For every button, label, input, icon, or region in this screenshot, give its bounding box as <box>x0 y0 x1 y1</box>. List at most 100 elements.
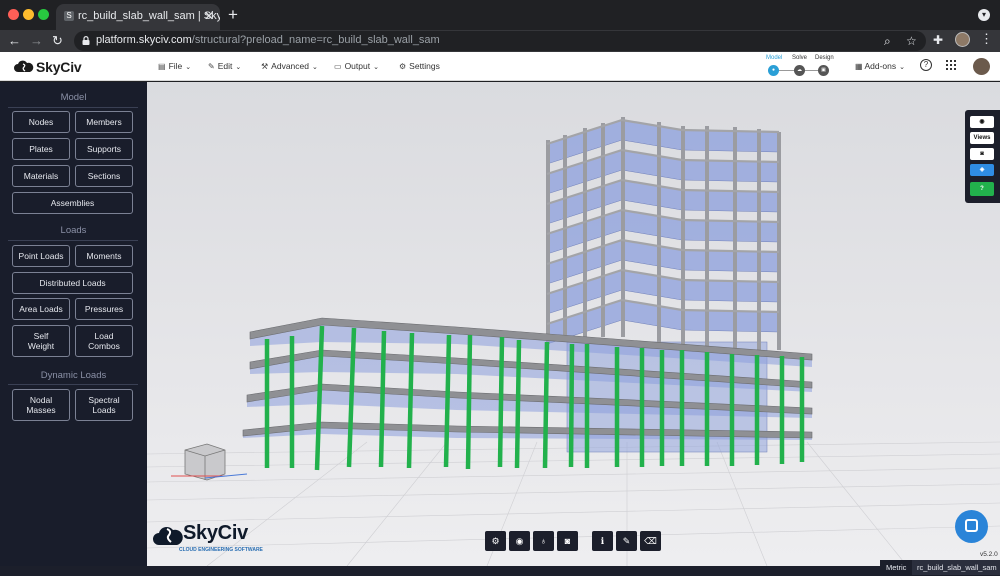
loads-section-heading: Loads <box>60 225 87 236</box>
members-button[interactable]: Members <box>75 111 133 133</box>
visibility-eye-icon[interactable]: ◉ <box>509 531 530 551</box>
nodes-button[interactable]: Nodes <box>12 111 70 133</box>
apps-grid-icon[interactable] <box>946 60 956 70</box>
view-toolbar-right: ℹ ✎ ⌫ <box>592 531 661 551</box>
logo-text: SkyCiv <box>36 59 82 75</box>
stage-solve-label: Solve <box>792 55 808 61</box>
stage-design-label: Design <box>815 55 834 61</box>
render-mode-icon[interactable]: ⚙ <box>485 531 506 551</box>
load-combos-label-line1: Load <box>94 331 114 341</box>
left-sidebar: Model Nodes Members Plates Supports Mate… <box>0 82 147 566</box>
tab-title: rc_build_slab_wall_sam | SkyCiv <box>78 10 220 22</box>
zoom-search-icon[interactable]: ⌕ <box>884 34 891 49</box>
skyciv-logo[interactable]: SkyCiv <box>14 58 82 76</box>
reload-icon[interactable]: ↻ <box>52 33 63 49</box>
tab-search-icon[interactable]: ▾ <box>978 9 990 21</box>
app-header: SkyCiv ▤ File ⌄ ✎ Edit ⌄ ⚒ Advanced ⌄ ▭ Output ⌄… <box>0 52 1000 81</box>
wrench-icon: ⚒ <box>261 62 269 71</box>
stage-design-button[interactable]: ▣ <box>818 65 829 76</box>
pencil-icon[interactable]: ✎ <box>616 531 637 551</box>
distributed-loads-button[interactable]: Distributed Loads <box>12 272 133 294</box>
spectral-loads-button[interactable]: Spectral Loads <box>75 389 133 421</box>
3d-model-viewport[interactable]: SkyCiv CLOUD ENGINEERING SOFTWARE ⚙ ◉ ♁ … <box>147 82 1000 566</box>
load-combos-label-line2: Combos <box>88 341 120 351</box>
screenshot-camera-icon[interactable]: ◙ <box>970 148 994 160</box>
lock-icon <box>82 36 90 45</box>
lightbulb-icon[interactable]: ♁ <box>533 531 554 551</box>
camera-icon[interactable]: ◙ <box>557 531 578 551</box>
tab-close-icon[interactable]: ✕ <box>204 4 214 28</box>
self-weight-label-line2: Weight <box>27 341 55 351</box>
eraser-icon[interactable]: ⌫ <box>640 531 661 551</box>
addons-grid-icon: ▦ <box>855 62 863 71</box>
edit-menu-label: Edit <box>217 61 233 71</box>
window-minimize-button[interactable] <box>23 9 34 20</box>
gear-icon: ⚙ <box>399 62 407 71</box>
viewport-logo-tagline: CLOUD ENGINEERING SOFTWARE <box>179 547 263 553</box>
orientation-cube[interactable] <box>171 443 248 481</box>
bookmark-star-icon[interactable]: ☆ <box>906 34 917 48</box>
viewport-logo-text: SkyCiv <box>183 522 248 544</box>
browser-profile-avatar[interactable] <box>955 32 970 47</box>
stage-solve-button[interactable]: ☁ <box>794 65 805 76</box>
section-divider <box>8 107 138 108</box>
section-divider <box>8 240 138 241</box>
monitor-icon: ▭ <box>334 62 342 71</box>
addons-menu[interactable]: ▦ Add-ons ⌄ <box>855 61 905 71</box>
sections-button[interactable]: Sections <box>75 165 133 187</box>
file-menu[interactable]: ▤ File ⌄ <box>158 61 191 71</box>
nodal-masses-label-line1: Nodal <box>29 395 53 405</box>
chevron-down-icon: ⌄ <box>373 64 379 71</box>
extensions-puzzle-icon[interactable]: ✚ <box>933 33 943 47</box>
window-maximize-button[interactable] <box>38 9 49 20</box>
assemblies-button[interactable]: Assemblies <box>12 192 133 214</box>
plates-button[interactable]: Plates <box>12 138 70 160</box>
new-tab-button[interactable]: + <box>228 6 238 24</box>
window-close-button[interactable] <box>8 9 19 20</box>
forward-arrow-icon[interactable]: → <box>30 33 43 49</box>
pressures-button[interactable]: Pressures <box>75 298 133 320</box>
back-arrow-icon[interactable]: ← <box>8 33 21 49</box>
info-icon[interactable]: ℹ <box>592 531 613 551</box>
view-toolbar-left: ⚙ ◉ ♁ ◙ <box>485 531 578 551</box>
help-button[interactable]: ? <box>970 182 994 196</box>
moments-button[interactable]: Moments <box>75 245 133 267</box>
self-weight-button[interactable]: Self Weight <box>12 325 70 357</box>
user-avatar[interactable] <box>973 58 990 75</box>
addons-label: Add-ons <box>864 61 897 71</box>
supports-button[interactable]: Supports <box>75 138 133 160</box>
structure-3d-scene[interactable] <box>147 82 1000 566</box>
skyciv-cloud-icon <box>14 60 34 72</box>
chat-bubble-icon <box>965 519 978 532</box>
visibility-eye-icon[interactable]: ◉ <box>970 116 994 128</box>
nodal-masses-label-line2: Masses <box>26 405 56 415</box>
model-section-heading: Model <box>60 92 87 103</box>
section-divider <box>8 384 138 385</box>
chevron-down-icon: ⌄ <box>311 64 318 71</box>
settings-menu-label: Settings <box>409 61 440 71</box>
url-text: platform.skyciv.com/structural?preload_n… <box>96 34 440 46</box>
edit-menu[interactable]: ✎ Edit ⌄ <box>208 61 241 71</box>
support-chat-button[interactable] <box>955 510 988 543</box>
stage-model-button[interactable]: ● <box>768 65 779 76</box>
browser-tab[interactable]: S rc_build_slab_wall_sam | SkyCiv ✕ <box>56 4 220 30</box>
browser-menu-icon[interactable]: ⋮ <box>980 31 993 47</box>
address-bar[interactable]: platform.skyciv.com/structural?preload_n… <box>74 31 926 51</box>
filename-indicator[interactable]: rc_build_slab_wall_sam <box>912 560 1000 575</box>
file-menu-label: File <box>168 61 183 71</box>
area-loads-button[interactable]: Area Loads <box>12 298 70 320</box>
help-icon[interactable]: ? <box>920 59 932 71</box>
point-loads-button[interactable]: Point Loads <box>12 245 70 267</box>
3d-cube-icon[interactable]: ◈ <box>970 164 994 176</box>
load-combos-button[interactable]: Load Combos <box>75 325 133 357</box>
output-menu-label: Output <box>344 61 371 71</box>
spectral-loads-label-line1: Spectral <box>88 395 120 405</box>
chevron-down-icon: ⌄ <box>185 64 192 71</box>
settings-menu[interactable]: ⚙ Settings <box>399 61 440 71</box>
materials-button[interactable]: Materials <box>12 165 70 187</box>
output-menu[interactable]: ▭ Output ⌄ <box>334 61 379 71</box>
advanced-menu[interactable]: ⚒ Advanced ⌄ <box>261 61 318 71</box>
views-button[interactable]: Views <box>970 132 994 144</box>
nodal-masses-button[interactable]: Nodal Masses <box>12 389 70 421</box>
units-indicator[interactable]: Metric <box>880 560 913 575</box>
